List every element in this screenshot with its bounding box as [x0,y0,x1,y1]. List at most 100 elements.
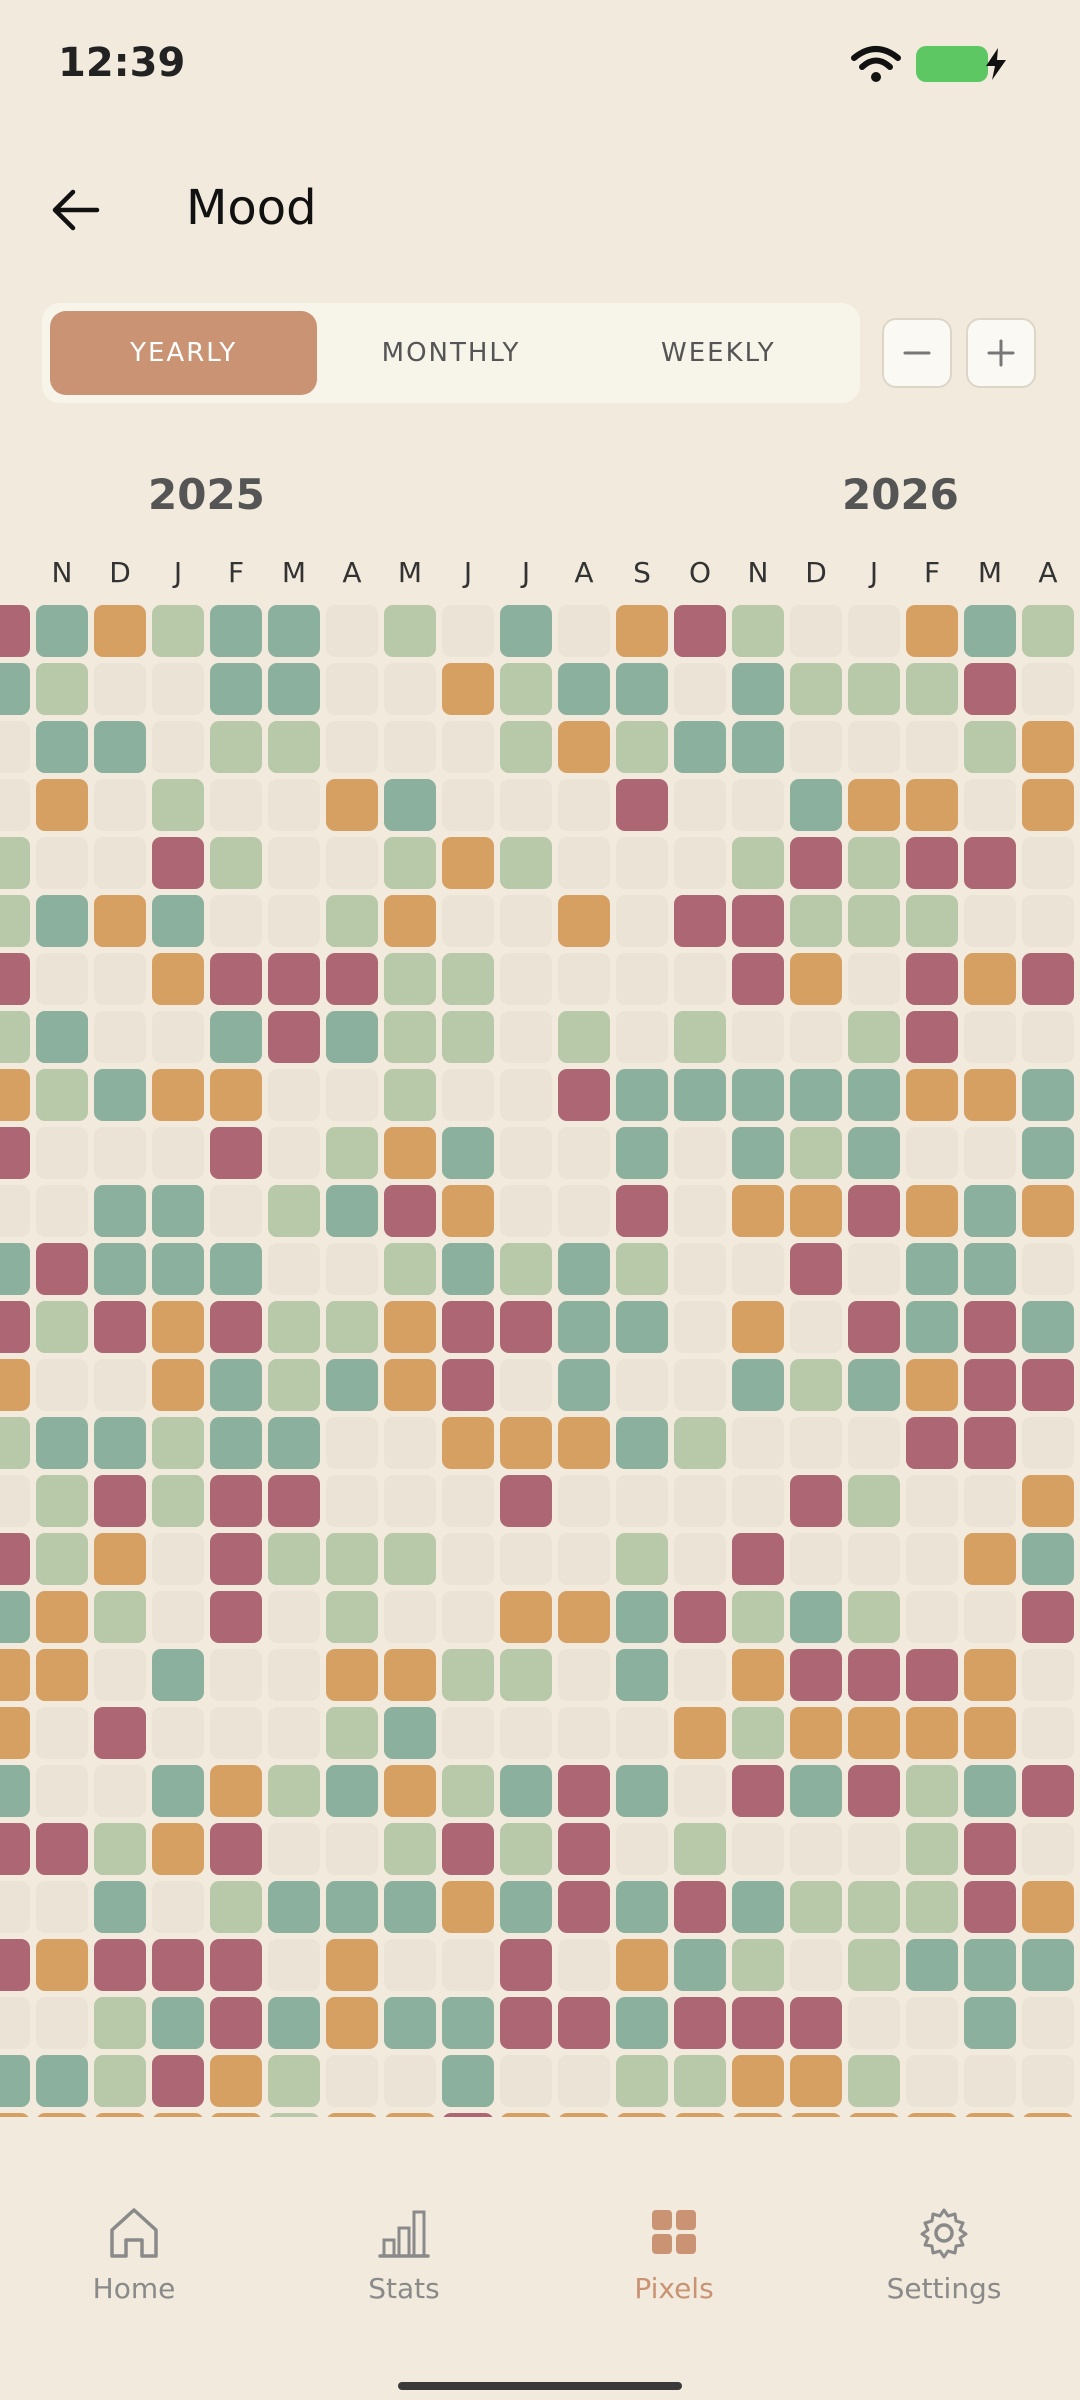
mood-pixel[interactable] [152,1417,204,1469]
mood-pixel[interactable] [152,779,204,831]
mood-pixel[interactable] [1022,1417,1074,1469]
mood-pixel[interactable] [36,2113,88,2117]
mood-pixel[interactable] [1022,1243,1074,1295]
mood-pixel[interactable] [1022,1881,1074,1933]
mood-pixel[interactable] [500,1069,552,1121]
mood-pixel[interactable] [906,1591,958,1643]
mood-pixel[interactable] [906,1765,958,1817]
mood-pixel[interactable] [36,1359,88,1411]
mood-pixel[interactable] [384,1591,436,1643]
tab-yearly[interactable]: YEARLY [50,311,318,395]
mood-pixel[interactable] [906,2113,958,2117]
mood-pixel[interactable] [94,1359,146,1411]
mood-pixel[interactable] [790,1939,842,1991]
mood-pixel[interactable] [36,1533,88,1585]
mood-pixel[interactable] [790,2113,842,2117]
mood-pixel[interactable] [616,1823,668,1875]
mood-pixel[interactable] [0,1127,30,1179]
nav-settings[interactable]: Settings [844,2206,1044,2305]
mood-pixel[interactable] [1022,1475,1074,1527]
mood-pixel[interactable] [210,1417,262,1469]
mood-pixel[interactable] [152,1185,204,1237]
mood-pixel[interactable] [558,721,610,773]
mood-pixel[interactable] [442,1533,494,1585]
mood-pixel[interactable] [94,779,146,831]
mood-pixel[interactable] [442,1823,494,1875]
mood-pixel[interactable] [500,1881,552,1933]
mood-pixel[interactable] [36,779,88,831]
mood-pixel[interactable] [94,1301,146,1353]
mood-pixel[interactable] [1022,1997,1074,2049]
mood-pixel[interactable] [210,2055,262,2107]
mood-pixel[interactable] [0,1649,30,1701]
mood-pixel[interactable] [732,1591,784,1643]
mood-pixel[interactable] [326,1881,378,1933]
mood-pixel[interactable] [906,2055,958,2107]
mood-pixel[interactable] [616,837,668,889]
mood-pixel[interactable] [152,605,204,657]
mood-pixel[interactable] [616,605,668,657]
mood-pixel[interactable] [152,1997,204,2049]
mood-pixel[interactable] [152,2055,204,2107]
mood-pixel[interactable] [94,1243,146,1295]
mood-pixel[interactable] [848,1417,900,1469]
mood-pixel[interactable] [674,779,726,831]
mood-pixel[interactable] [152,1011,204,1063]
mood-pixel[interactable] [558,1185,610,1237]
mood-pixel[interactable] [1022,1359,1074,1411]
mood-pixel[interactable] [558,2055,610,2107]
mood-pixel[interactable] [616,779,668,831]
mood-pixel[interactable] [152,1881,204,1933]
mood-pixel[interactable] [732,1475,784,1527]
mood-pixel[interactable] [790,1185,842,1237]
mood-pixel[interactable] [152,895,204,947]
mood-pixel[interactable] [94,1011,146,1063]
mood-pixel[interactable] [732,1417,784,1469]
mood-pixel[interactable] [94,721,146,773]
mood-pixel[interactable] [674,1591,726,1643]
mood-pixel[interactable] [674,1417,726,1469]
mood-pixel[interactable] [152,1301,204,1353]
mood-pixel[interactable] [384,1069,436,1121]
mood-pixel[interactable] [964,1475,1016,1527]
mood-pixel[interactable] [790,663,842,715]
mood-pixel[interactable] [268,1939,320,1991]
mood-pixel[interactable] [616,1591,668,1643]
mood-pixel[interactable] [326,1359,378,1411]
mood-pixel[interactable] [1022,1649,1074,1701]
mood-pixel[interactable] [0,1359,30,1411]
mood-pixel[interactable] [906,1011,958,1063]
mood-pixel[interactable] [732,721,784,773]
mood-pixel[interactable] [1022,1185,1074,1237]
zoom-out-button[interactable] [882,318,952,388]
mood-pixel[interactable] [268,1881,320,1933]
mood-pixel[interactable] [384,2113,436,2117]
mood-pixel[interactable] [268,721,320,773]
mood-pixel[interactable] [500,1533,552,1585]
mood-pixel[interactable] [674,1069,726,1121]
mood-pixel[interactable] [152,1765,204,1817]
mood-pixel[interactable] [442,779,494,831]
mood-pixel[interactable] [964,1881,1016,1933]
mood-pixel[interactable] [964,663,1016,715]
mood-pixel[interactable] [558,1301,610,1353]
mood-pixel[interactable] [36,1417,88,1469]
mood-pixel[interactable] [616,2055,668,2107]
mood-pixel[interactable] [1022,953,1074,1005]
mood-pixel[interactable] [94,953,146,1005]
mood-pixel[interactable] [442,1765,494,1817]
mood-pixel[interactable] [674,605,726,657]
mood-pixel[interactable] [732,1011,784,1063]
mood-pixel[interactable] [94,1475,146,1527]
mood-pixel[interactable] [442,721,494,773]
mood-pixel[interactable] [674,1939,726,1991]
mood-pixel[interactable] [210,1823,262,1875]
mood-pixel[interactable] [558,1649,610,1701]
mood-pixel[interactable] [326,1417,378,1469]
mood-pixel[interactable] [558,1823,610,1875]
mood-pixel[interactable] [0,1939,30,1991]
mood-pixel[interactable] [152,1649,204,1701]
mood-pixel[interactable] [732,1939,784,1991]
mood-pixel[interactable] [500,605,552,657]
mood-pixel[interactable] [964,1127,1016,1179]
